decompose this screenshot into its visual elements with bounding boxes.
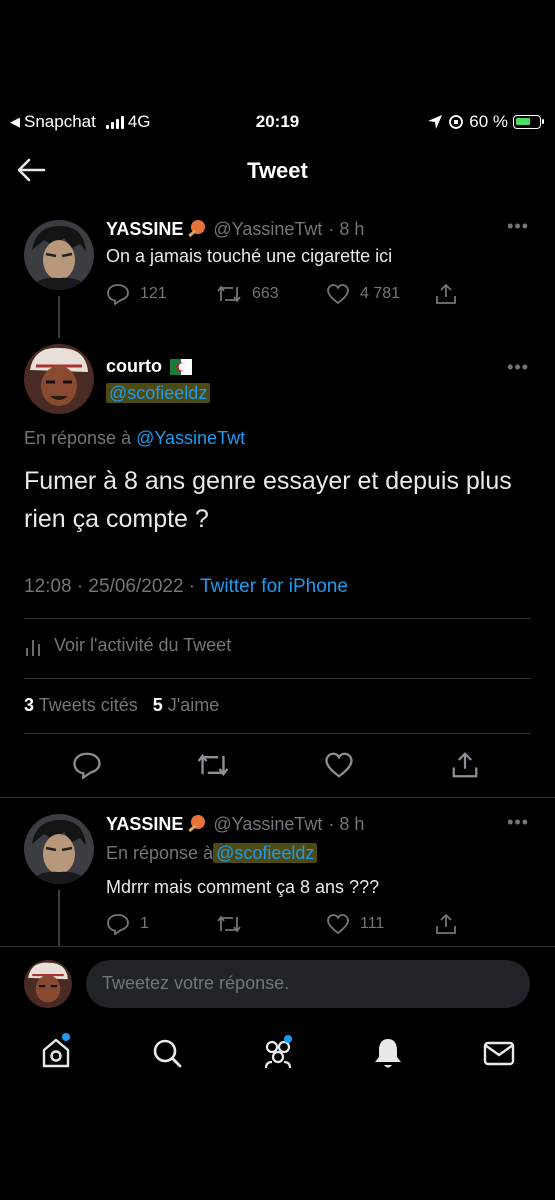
- like-count: 111: [360, 915, 385, 932]
- divider: [24, 678, 531, 679]
- rotation-lock-icon: [449, 115, 464, 129]
- quotes-stat[interactable]: 3 Tweets cités: [24, 695, 138, 715]
- author-handle[interactable]: @YassineTwt: [213, 219, 322, 240]
- home-icon[interactable]: [38, 1035, 74, 1071]
- reply-count: 121: [140, 285, 167, 302]
- messages-icon[interactable]: [481, 1035, 517, 1071]
- retweet-count: 663: [252, 285, 279, 302]
- reply-context: En réponse à @scofieeldz: [106, 843, 318, 864]
- source-link[interactable]: Twitter for iPhone: [200, 576, 348, 597]
- share-button[interactable]: [434, 283, 458, 305]
- avatar-image: [24, 814, 94, 884]
- divider: [0, 946, 555, 947]
- heart-icon: [327, 914, 349, 935]
- divider: [24, 733, 531, 734]
- more-icon[interactable]: •••: [507, 812, 529, 833]
- retweet-icon[interactable]: [196, 750, 230, 780]
- engagement-stats: 3 Tweets cités 5 J'aime: [24, 695, 219, 716]
- heart-icon[interactable]: [324, 750, 354, 780]
- author-name[interactable]: YASSINE: [106, 814, 183, 835]
- reply-to-link[interactable]: @scofieeldz: [213, 843, 318, 863]
- main-tweet-actions: [72, 750, 492, 782]
- main-tweet-text: Fumer à 8 ans genre essayer et depuis pl…: [24, 467, 512, 533]
- avatar-image: [24, 344, 94, 414]
- page-title: Tweet: [247, 158, 308, 183]
- header: Tweet: [0, 150, 555, 190]
- retweet-button[interactable]: 663: [216, 283, 279, 305]
- author-name[interactable]: courto: [106, 356, 162, 377]
- retweet-icon: [217, 915, 241, 933]
- avatar-yassine[interactable]: [24, 814, 94, 884]
- thread-line: [58, 296, 60, 338]
- reply-tweet-actions: 1 111: [106, 912, 466, 936]
- battery-percent: 60 %: [469, 112, 508, 131]
- share-icon: [436, 913, 456, 934]
- location-icon: [428, 115, 443, 129]
- divider: [0, 797, 555, 798]
- main-tweet-author: courto: [106, 356, 192, 377]
- share-icon: [436, 283, 456, 304]
- like-count: 4 781: [360, 285, 401, 302]
- status-bar: ◀ Snapchat 4G 20:19 60 %: [0, 108, 555, 136]
- reply-placeholder: Tweetez votre réponse.: [102, 973, 290, 993]
- avatar-image: [24, 960, 72, 1008]
- reply-context: En réponse à @YassineTwt: [24, 428, 246, 448]
- tweet-activity-link[interactable]: Voir l'activité du Tweet: [24, 634, 231, 656]
- communities-notification-dot: [284, 1035, 292, 1043]
- avatar-courto[interactable]: [24, 344, 94, 414]
- retweet-icon: [217, 285, 241, 303]
- like-button[interactable]: 4 781: [326, 283, 400, 305]
- heart-icon: [327, 284, 349, 305]
- avatar-yassine[interactable]: [24, 220, 94, 290]
- divider: [24, 618, 531, 619]
- tweet-text: Mdrrr mais comment ça 8 ans ???: [106, 877, 380, 897]
- status-right: 60 %: [427, 112, 544, 132]
- reply-button[interactable]: 121: [106, 283, 167, 305]
- reply-to-link[interactable]: @YassineTwt: [136, 428, 245, 448]
- tweet-time: · 8 h: [328, 218, 365, 239]
- battery-icon: [513, 115, 544, 129]
- parent-tweet-actions: 121 663 4 781: [106, 282, 466, 306]
- more-icon[interactable]: •••: [507, 357, 529, 378]
- search-icon[interactable]: [149, 1035, 185, 1071]
- more-icon[interactable]: •••: [507, 216, 529, 237]
- author-name[interactable]: YASSINE: [106, 219, 183, 240]
- share-icon[interactable]: [450, 750, 480, 780]
- reply-icon: [107, 284, 129, 305]
- author-handle[interactable]: @YassineTwt: [213, 814, 322, 835]
- notifications-icon[interactable]: [370, 1035, 406, 1071]
- reply-tweet-header: YASSINE @YassineTwt · 8 h: [106, 813, 364, 835]
- thread-line: [58, 890, 60, 946]
- tweet-time: · 8 h: [328, 813, 365, 834]
- share-button[interactable]: [434, 913, 458, 935]
- tweet-timestamp: 12:08 · 25/06/2022 · Twitter for iPhone: [24, 576, 348, 597]
- avatar-image: [24, 220, 94, 290]
- reply-icon[interactable]: [72, 750, 102, 780]
- home-notification-dot: [62, 1033, 70, 1041]
- reply-input[interactable]: Tweetez votre réponse.: [86, 960, 530, 1008]
- bottom-tab-bar: [0, 1033, 555, 1080]
- reply-count: 1: [140, 915, 149, 932]
- analytics-icon: [26, 640, 40, 656]
- tweet-text: On a jamais touché une cigarette ici: [106, 246, 393, 266]
- compose-avatar: [24, 960, 72, 1008]
- ping-pong-emoji-icon: [188, 815, 206, 833]
- ping-pong-emoji-icon: [188, 220, 206, 238]
- author-handle[interactable]: @scofieeldz: [106, 383, 211, 404]
- reply-icon: [107, 914, 129, 935]
- like-button[interactable]: 111: [326, 913, 384, 935]
- parent-tweet-header: YASSINE @YassineTwt · 8 h: [106, 218, 364, 240]
- retweet-button[interactable]: [216, 913, 242, 935]
- reply-button[interactable]: 1: [106, 913, 149, 935]
- algeria-flag-icon: [170, 358, 192, 375]
- likes-stat[interactable]: 5 J'aime: [153, 695, 219, 715]
